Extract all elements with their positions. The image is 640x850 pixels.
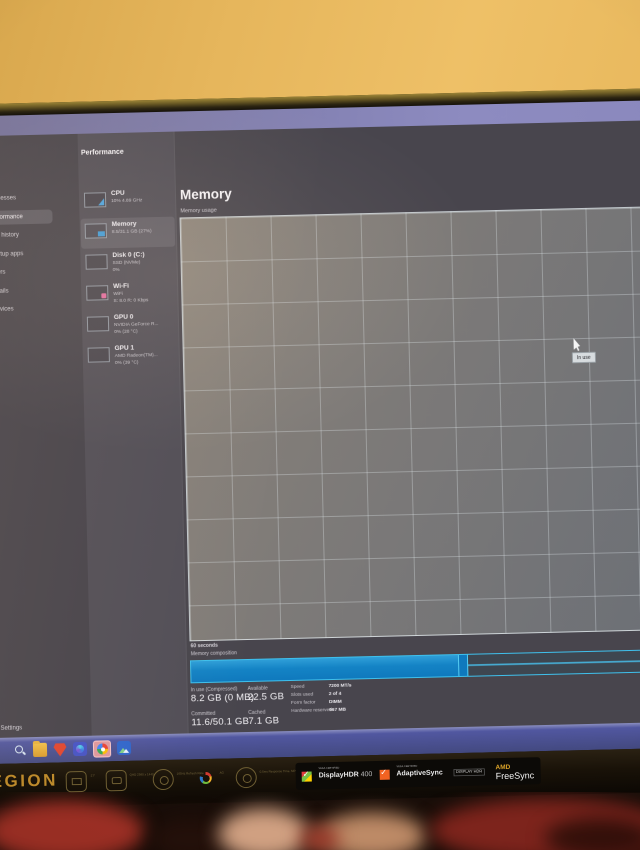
detail-formfactor-label: Form factor [290,700,316,706]
memory-composition-label: Memory composition [190,650,238,658]
sidebar: Processes Performance App history Startu… [0,133,92,739]
stat-inuse-value: 8.2 GB (0 MB) [190,691,255,705]
performance-header: Performance [80,148,124,157]
response-badge-icon [235,766,257,789]
perf-card-gpu1[interactable]: GPU 1 AMD Radeon(TM)... 0% (39 °C) [83,341,178,373]
gpu1-mini-graph [87,347,110,363]
time-axis-label: 60 seconds [190,642,218,650]
wifi-mini-graph-area [101,293,107,299]
brave-browser-icon[interactable] [53,742,67,756]
memory-mini-graph-area [97,231,105,237]
size-badge-icon [65,770,88,793]
detail-hwreserved-label: Hardware reserved [291,708,333,714]
detail-hwreserved-value: 967 MB [329,707,347,714]
composition-modified[interactable] [457,654,469,677]
certification-logos: VESA CERTIFIED DisplayHDR 400 VESA CERTI… [295,757,541,790]
wifi-card-title: Wi-Fi [113,282,130,291]
displayhdr-vesa-text: VESA CERTIFIED [318,766,340,770]
perf-card-gpu0[interactable]: GPU 0 NVIDIA GeForce R... 0% (28 °C) [83,310,178,342]
detail-formfactor-value: DIMM [328,699,342,706]
wifi-card-subtext2: S: 8.0 R: 0 Kbps [113,297,149,304]
cpu-mini-graph-area [98,198,105,206]
hdr-mini-block: DISPLAY HDR [453,768,485,777]
gpu0-card-title: GPU 0 [113,313,134,322]
memory-composition-bar[interactable] [189,648,640,684]
resolution-badge-icon [105,769,128,792]
chrome-active-icon[interactable] [92,739,112,758]
refresh-arrows-icon [159,775,169,785]
gpu1-card-title: GPU 1 [114,344,135,353]
sidebar-item-services[interactable]: Services [0,301,55,317]
skin-blob-1 [218,808,310,850]
cpu-card-subtext: 10% 4.89 GHz [111,198,143,205]
graph-tooltip: In use [571,351,596,364]
red-blob-left [0,800,145,850]
gpu1-card-subtext2: 0% (39 °C) [114,359,139,366]
perf-card-memory[interactable]: Memory 8.5/31.1 GB (27%) [80,216,176,249]
composition-standby[interactable] [467,649,640,676]
file-explorer-icon[interactable] [32,742,48,758]
sidebar-item-app-history[interactable]: App history [0,227,53,243]
photo-of-monitor: Task Manager Processes Performance App h… [0,0,640,850]
perf-card-disk[interactable]: Disk 0 (C:) SSD (NVMe) 0% [81,248,176,280]
stat-cached-value: 7.1 GB [248,715,280,727]
adaptivesync-logo: VESA CERTIFIED AdaptiveSync [396,765,443,778]
stat-available-value: 22.5 GB [247,691,285,704]
sidebar-item-startup-apps[interactable]: Startup apps [0,246,53,262]
color-gauge-icon [199,771,212,785]
disk-card-title: Disk 0 (C:) [112,251,145,260]
cpu-mini-graph [83,192,107,208]
gauge-badge-icon [196,768,217,789]
disk-card-subtext1: SSD (NVMe) [112,260,141,267]
monitor: Task Manager Processes Performance App h… [0,87,640,809]
response-circle-icon [242,773,252,783]
screen: Task Manager Processes Performance App h… [0,99,640,765]
perf-card-wifi[interactable]: Wi-Fi WiFi S: 8.0 R: 0 Kbps [82,279,177,311]
disk-mini-graph [85,254,108,270]
disk-card-subtext2: 0% [112,267,120,273]
search-icon[interactable] [13,743,27,757]
adaptivesync-check-icon [379,769,390,780]
displayhdr-check-icon [301,771,312,782]
wifi-mini-graph [86,285,109,301]
refresh-badge-icon [152,768,175,791]
memory-usage-graph[interactable] [179,205,640,642]
detail-slots-label: Slots used [290,692,314,698]
photos-icon[interactable] [116,740,132,756]
gpu0-mini-graph [86,316,110,332]
blue-app-icon[interactable] [72,741,88,757]
detail-speed-value: 7200 MT/s [328,683,352,690]
sidebar-item-users[interactable]: Users [0,264,54,280]
memory-mini-graph [84,223,107,239]
page-title: Memory [179,186,232,203]
gpu0-card-subtext2: 0% (28 °C) [114,328,138,335]
perf-card-cpu[interactable]: CPU 10% 4.89 GHz [80,186,175,218]
performance-panel: Performance CPU 10% 4.89 GHz Memory 8.5/… [77,131,189,736]
cpu-card-title: CPU [110,189,125,198]
gpu1-card-subtext1: AMD Radeon(TM)... [114,353,158,360]
sidebar-item-details[interactable]: Details [0,283,54,299]
sidebar-item-settings[interactable]: Settings [0,725,22,732]
legion-logo: LEGION [0,770,59,792]
memory-usage-label: Memory usage [180,207,217,215]
sidebar-item-processes[interactable]: Processes [0,190,52,206]
red-streak [300,826,340,850]
stat-committed-value: 11.6/50.1 GB [191,715,250,729]
composition-inuse[interactable] [190,655,458,683]
detail-slots-value: 2 of 4 [328,691,342,698]
monitor-glyph-icon [71,777,82,786]
wifi-card-subtext1: WiFi [113,291,123,298]
foreground-blur [0,792,640,850]
detail-speed-label: Speed [290,684,305,690]
memory-card-subtext: 8.5/31.1 GB (27%) [111,229,152,236]
gpu0-card-subtext1: NVIDIA GeForce R... [113,322,159,329]
memory-card-title: Memory [111,220,137,229]
task-manager-window: Task Manager Processes Performance App h… [0,119,640,749]
screen-glyph-icon [111,776,122,785]
displayhdr-logo: VESA CERTIFIED DisplayHDR 400 [318,766,373,780]
adaptivesync-vesa-text: VESA CERTIFIED [396,765,418,769]
amd-freesync-logo: AMD FreeSync [495,763,535,781]
sidebar-item-performance[interactable]: Performance [0,208,53,226]
